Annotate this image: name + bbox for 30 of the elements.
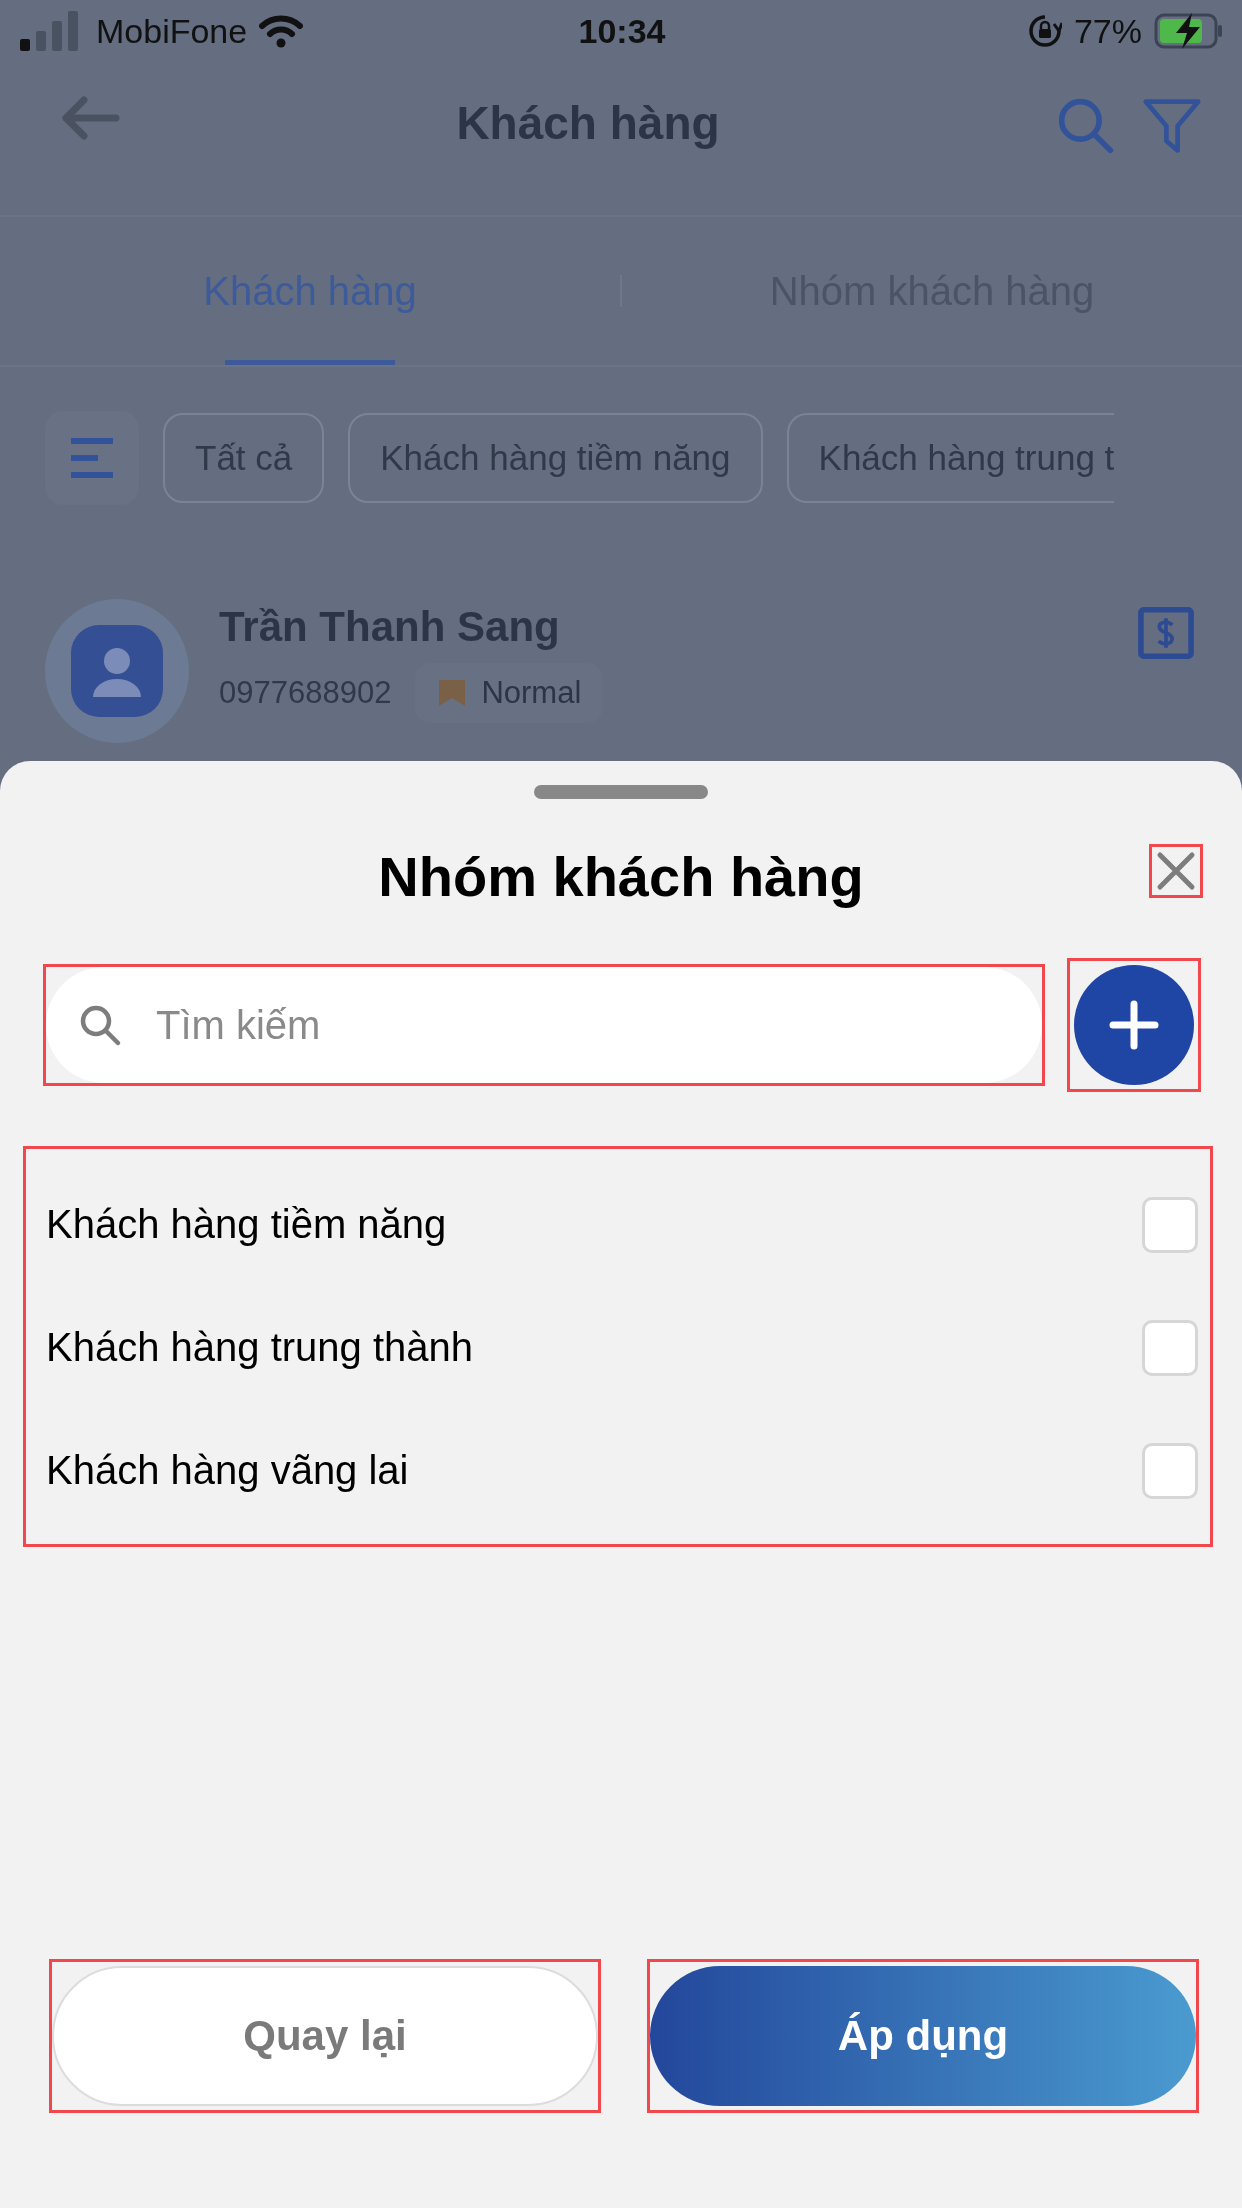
menu-icon — [68, 436, 116, 480]
carrier-name: MobiFone — [96, 11, 248, 51]
menu-button[interactable] — [45, 411, 139, 505]
customer-name: Trần Thanh Sang — [219, 603, 561, 651]
rotation-lock-icon — [1027, 14, 1062, 48]
close-button[interactable] — [1152, 847, 1200, 895]
search-icon[interactable] — [1056, 96, 1116, 156]
checkbox[interactable] — [1142, 1319, 1198, 1376]
group-option[interactable]: Khách hàng tiềm năng — [46, 1163, 1198, 1286]
wifi-icon — [259, 14, 304, 48]
back-button[interactable]: Quay lại — [52, 1966, 598, 2106]
invoice-dollar-icon[interactable] — [1138, 607, 1194, 659]
bookmark-icon — [437, 678, 468, 708]
checkbox[interactable] — [1142, 1442, 1198, 1499]
battery-percent: 77% — [1073, 11, 1142, 51]
filter-icon[interactable] — [1142, 96, 1202, 156]
group-option[interactable]: Khách hàng trung thành — [46, 1286, 1198, 1409]
back-arrow-icon[interactable] — [60, 96, 120, 140]
plus-icon — [1109, 1000, 1159, 1050]
drag-handle[interactable] — [534, 785, 708, 799]
apply-button[interactable]: Áp dụng — [650, 1966, 1196, 2106]
checkbox[interactable] — [1142, 1196, 1198, 1253]
tier-label: Normal — [481, 675, 582, 711]
clock-time: 10:34 — [578, 11, 666, 51]
sheet-title: Nhóm khách hàng — [378, 843, 864, 909]
battery-charging-icon — [1154, 13, 1224, 49]
close-icon — [1156, 851, 1196, 891]
group-option[interactable]: Khách hàng vãng lai — [46, 1409, 1198, 1532]
page-title: Khách hàng — [456, 96, 720, 150]
search-field[interactable]: Tìm kiếm — [46, 967, 1042, 1083]
